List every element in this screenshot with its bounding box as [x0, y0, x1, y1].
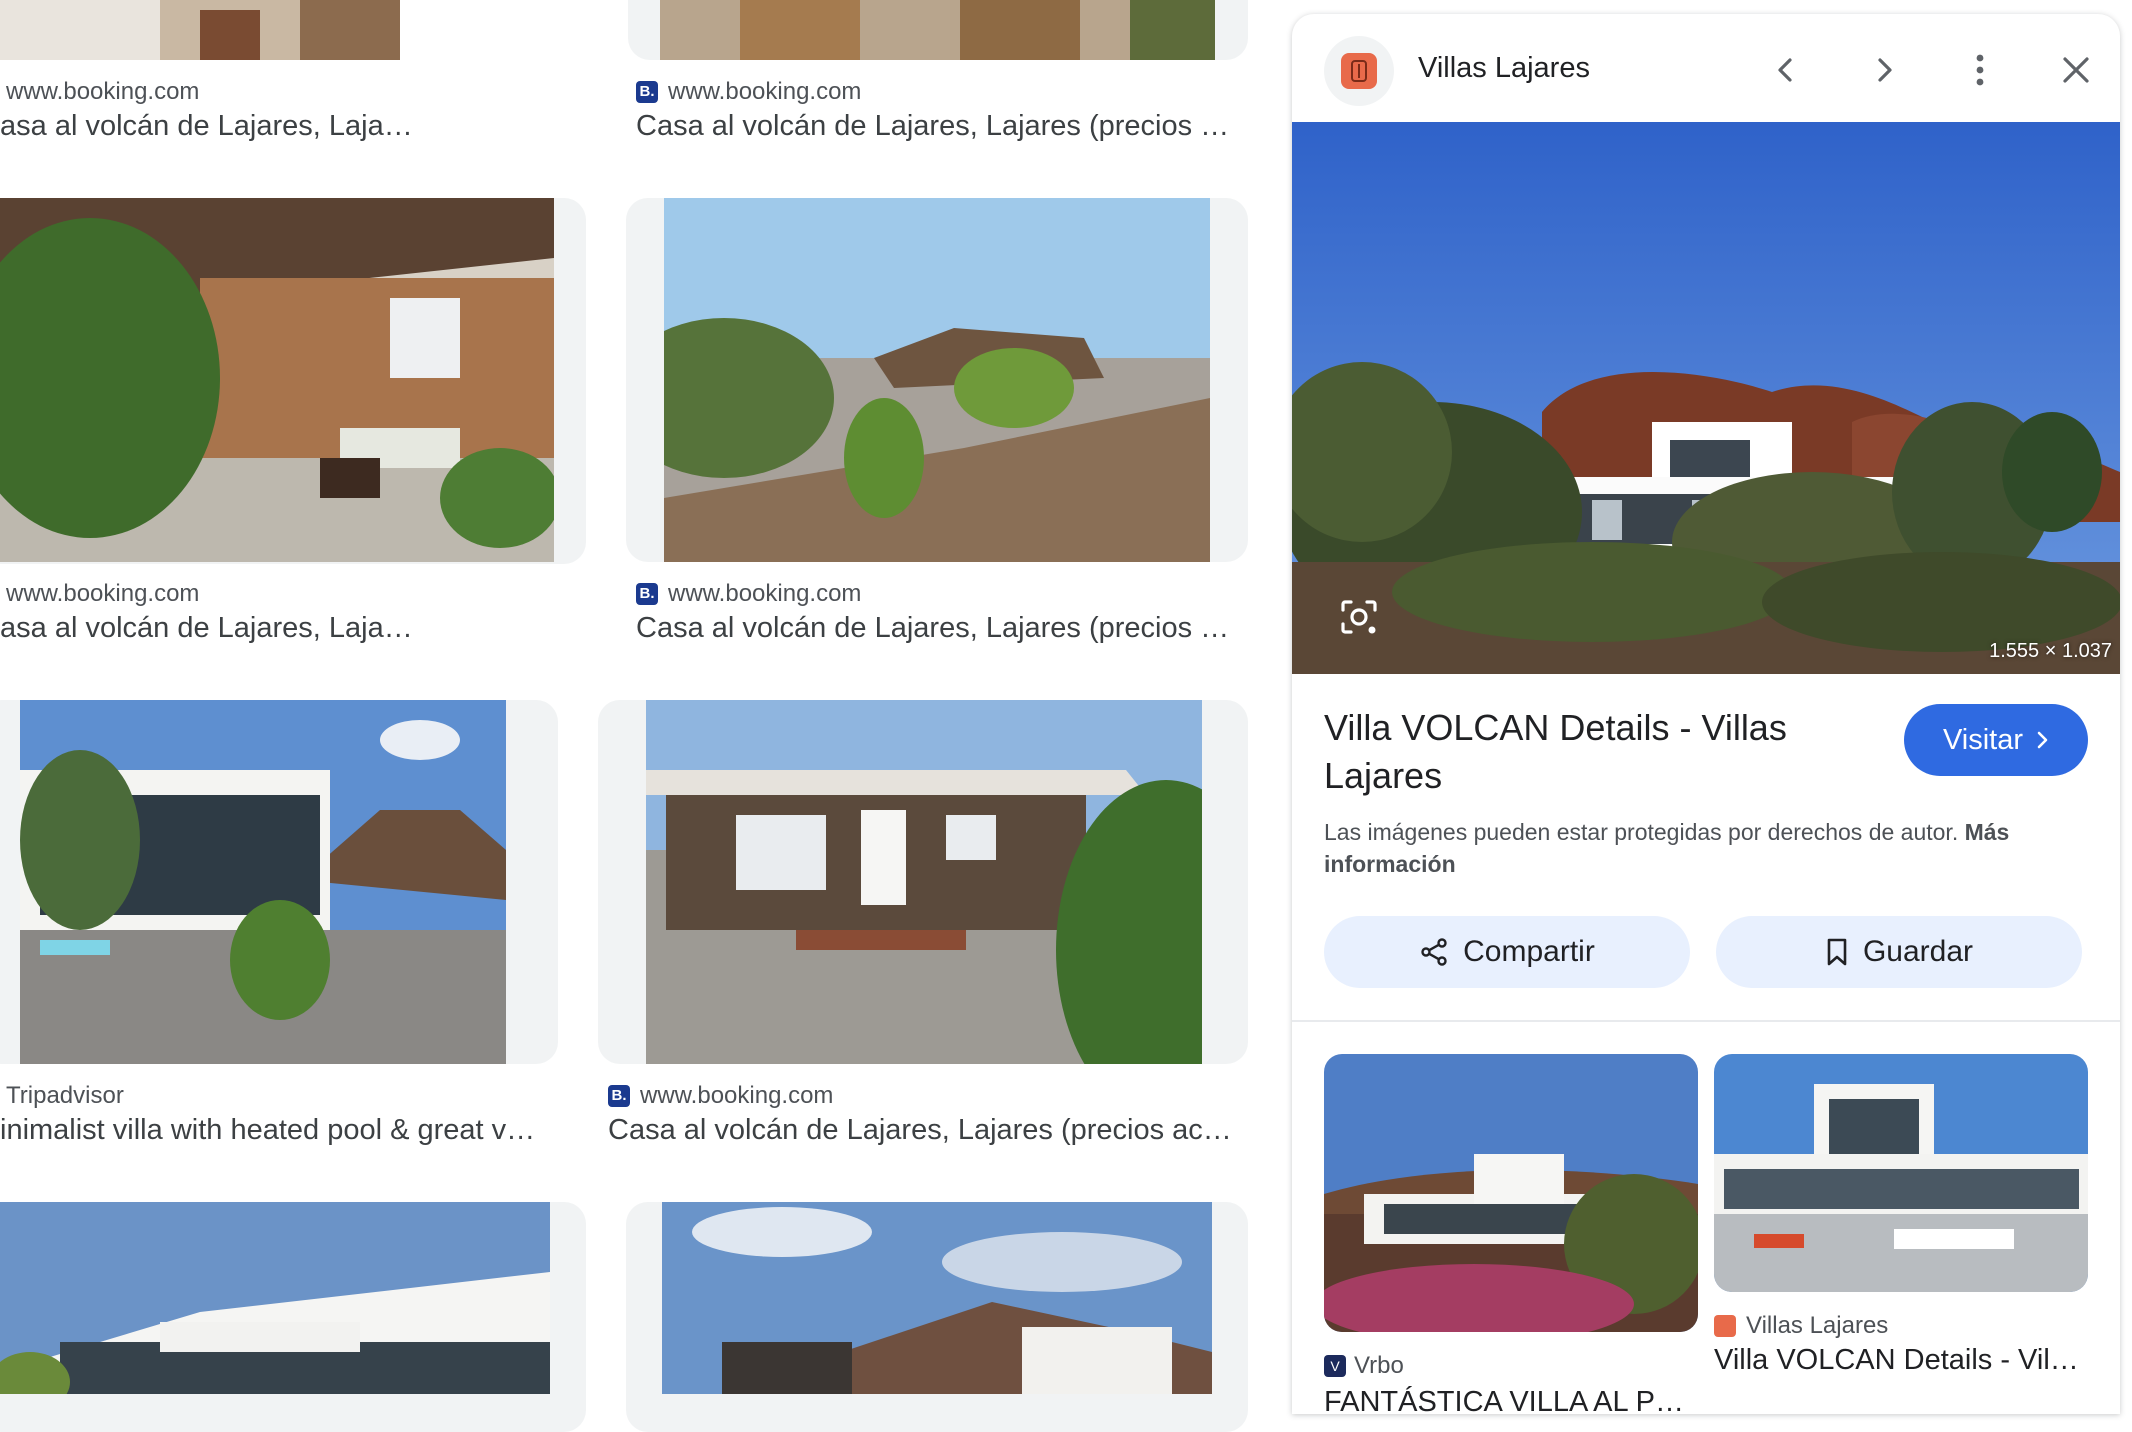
share-icon	[1419, 937, 1449, 967]
lens-icon[interactable]	[1336, 594, 1382, 640]
visit-button[interactable]: Visitar	[1904, 704, 2088, 776]
close-icon[interactable]	[2048, 42, 2104, 98]
related-source[interactable]: V Vrbo	[1324, 1352, 1404, 1380]
result-source[interactable]: Tripadvisor	[6, 1082, 124, 1110]
copyright-text: Las imágenes pueden estar protegidas por…	[1324, 819, 1959, 845]
more-vert-icon[interactable]	[1952, 42, 2008, 98]
share-label: Compartir	[1463, 935, 1595, 968]
image-preview-panel: Villas Lajares 1.555 × 1.037 Villa VOLCA…	[1292, 14, 2120, 1414]
result-source[interactable]: B. www.booking.com	[608, 1082, 833, 1110]
back-icon[interactable]	[1758, 42, 1814, 98]
result-image[interactable]	[0, 1202, 550, 1394]
save-label: Guardar	[1862, 935, 1974, 968]
result-source[interactable]: B. www.booking.com	[636, 580, 861, 608]
result-image[interactable]	[662, 1202, 1212, 1394]
related-title[interactable]: Villa VOLCAN Details - Vil…	[1714, 1344, 2088, 1377]
booking-favicon: B.	[636, 81, 658, 103]
result-title[interactable]: Casa al volcán de Lajares, Lajares (prec…	[608, 1114, 1238, 1147]
result-title[interactable]: Casa al volcán de Lajares, Lajares (prec…	[636, 612, 1236, 645]
related-image[interactable]	[1324, 1054, 1698, 1332]
result-image[interactable]	[664, 198, 1210, 562]
result-title[interactable]: asa al volcán de Lajares, Lajares (preci…	[0, 612, 420, 645]
bookmark-icon	[1825, 937, 1849, 967]
result-image[interactable]	[646, 700, 1202, 1064]
chevron-right-icon	[2035, 730, 2049, 750]
related-title[interactable]: FANTÁSTICA VILLA AL P…	[1324, 1386, 1698, 1414]
copyright-notice: Las imágenes pueden estar protegidas por…	[1324, 816, 2064, 880]
result-source[interactable]: B. www.booking.com	[636, 78, 861, 106]
image-dimensions: 1.555 × 1.037	[1989, 640, 2112, 662]
divider	[1292, 1020, 2120, 1022]
site-favicon[interactable]	[1324, 36, 1394, 106]
vrbo-favicon: V	[1324, 1355, 1346, 1377]
result-title[interactable]: asa al volcán de Lajares, Lajares (preci…	[0, 110, 420, 143]
result-title[interactable]: inimalist villa with heated pool & great…	[0, 1114, 540, 1147]
villas-lajares-logo-icon	[1341, 53, 1377, 89]
booking-favicon: B.	[636, 583, 658, 605]
villas-lajares-favicon	[1714, 1315, 1736, 1337]
result-image[interactable]	[0, 0, 400, 60]
result-image[interactable]	[0, 198, 554, 562]
forward-icon[interactable]	[1856, 42, 1912, 98]
booking-favicon: B.	[608, 1085, 630, 1107]
preview-image[interactable]: 1.555 × 1.037	[1292, 122, 2120, 674]
result-source[interactable]: www.booking.com	[6, 78, 199, 106]
result-image[interactable]	[660, 0, 1215, 60]
related-source[interactable]: Villas Lajares	[1714, 1312, 1888, 1340]
related-image[interactable]	[1714, 1054, 2088, 1292]
result-title[interactable]: Casa al volcán de Lajares, Lajares (prec…	[636, 110, 1236, 143]
share-button[interactable]: Compartir	[1324, 916, 1690, 988]
site-name[interactable]: Villas Lajares	[1418, 52, 1590, 85]
page-title[interactable]: Villa VOLCAN Details - Villas Lajares	[1324, 704, 1804, 800]
save-button[interactable]: Guardar	[1716, 916, 2082, 988]
visit-label: Visitar	[1942, 723, 2024, 756]
result-image[interactable]	[20, 700, 506, 1064]
result-source[interactable]: www.booking.com	[6, 580, 199, 608]
